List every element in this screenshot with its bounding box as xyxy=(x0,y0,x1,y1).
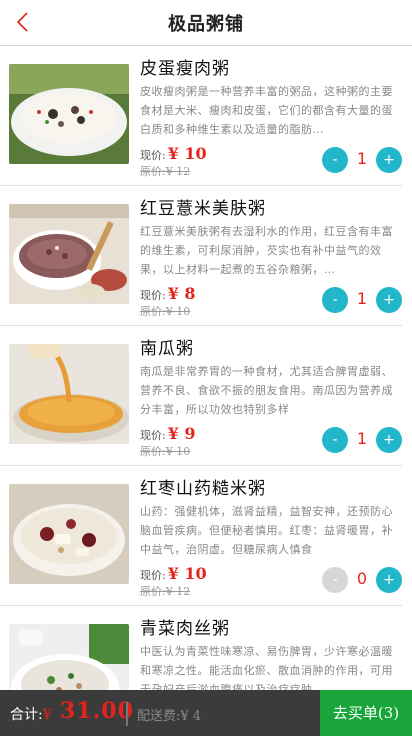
price-row: 现价: ¥ 8 xyxy=(140,284,196,303)
decrease-button[interactable]: - xyxy=(322,427,348,453)
quantity-stepper: - 1 + xyxy=(322,287,402,313)
list-item: 红枣山药糙米粥 山药：强健机体，滋肾益精，益智安神，还预防心脑血管疾病。但便秘者… xyxy=(0,466,402,606)
price-label: 现价: xyxy=(140,289,166,302)
quantity-value: 0 xyxy=(356,569,368,588)
old-price-label: 原价: xyxy=(140,585,166,598)
product-list[interactable]: 皮蛋瘦肉粥 皮收瘦肉粥是一种营养丰富的粥品，这种粥的主要食材是大米、瘦肉和皮蛋，… xyxy=(0,46,412,690)
product-name: 红豆薏米美肤粥 xyxy=(140,199,266,219)
quantity-value: 1 xyxy=(356,289,368,308)
old-price-row: 原价:¥ 12 xyxy=(140,163,190,179)
checkout-button[interactable]: 去买单(3) xyxy=(320,690,412,736)
product-image xyxy=(9,64,129,164)
total-label-text: 合计: xyxy=(10,707,43,723)
old-price: ¥ 12 xyxy=(165,585,191,598)
decrease-button[interactable]: - xyxy=(322,567,348,593)
decrease-button[interactable]: - xyxy=(322,147,348,173)
current-price: ¥ 10 xyxy=(167,144,207,163)
product-name: 南瓜粥 xyxy=(140,339,194,359)
product-description: 山药：强健机体，滋肾益精，益智安神，还预防心脑血管疾病。但便秘者慎用。红枣：益肾… xyxy=(140,505,393,556)
quantity-stepper: - 1 + xyxy=(322,147,402,173)
increase-button[interactable]: + xyxy=(376,567,402,593)
quantity-value: 1 xyxy=(356,149,368,168)
checkout-bar: 合计:¥ 31.00 配送费:¥ 4 去买单(3) xyxy=(0,690,412,736)
current-price: ¥ 9 xyxy=(167,424,196,443)
product-image xyxy=(9,624,129,690)
price-row: 现价: ¥ 10 xyxy=(140,144,207,163)
product-name: 青菜肉丝粥 xyxy=(140,619,230,639)
price-label: 现价: xyxy=(140,149,166,162)
list-item: 南瓜粥 南瓜是非常养胃的一种食材，尤其适合脾胃虚弱、营养不良、食欲不振的朋友食用… xyxy=(0,326,402,466)
list-item: 青菜肉丝粥 中医认为青菜性味寒凉、易伤脾胃，少许寒必温暖和寒凉之性。能活血化瘀、… xyxy=(0,606,402,690)
total-currency: ¥ xyxy=(42,707,52,723)
increase-button[interactable]: + xyxy=(376,147,402,173)
old-price: ¥ 12 xyxy=(165,165,191,178)
product-description: 红豆薏米美肤粥有去湿利水的作用，红豆含有丰富的维生素，可利尿消肿，芡实也有补中益… xyxy=(140,225,393,276)
old-price-row: 原价:¥ 10 xyxy=(140,443,190,459)
total-label: 合计:¥ xyxy=(10,704,52,724)
list-item: 皮蛋瘦肉粥 皮收瘦肉粥是一种营养丰富的粥品，这种粥的主要食材是大米、瘦肉和皮蛋，… xyxy=(0,46,402,186)
price-row: 现价: ¥ 9 xyxy=(140,424,196,443)
product-image xyxy=(9,484,129,584)
current-price: ¥ 10 xyxy=(167,564,207,583)
list-item: 红豆薏米美肤粥 红豆薏米美肤粥有去湿利水的作用，红豆含有丰富的维生素，可利尿消肿… xyxy=(0,186,402,326)
product-image xyxy=(9,204,129,304)
product-name: 皮蛋瘦肉粥 xyxy=(140,59,230,79)
price-row: 现价: ¥ 10 xyxy=(140,564,207,583)
old-price: ¥ 10 xyxy=(165,445,191,458)
increase-button[interactable]: + xyxy=(376,427,402,453)
product-description: 中医认为青菜性味寒凉、易伤脾胃，少许寒必温暖和寒凉之性。能活血化瘀、散血消肿的作… xyxy=(140,645,393,690)
total-amount: 31.00 xyxy=(60,698,134,724)
quantity-stepper: - 0 + xyxy=(322,567,402,593)
old-price-row: 原价:¥ 10 xyxy=(140,303,190,319)
divider xyxy=(126,702,128,726)
old-price-label: 原价: xyxy=(140,305,166,318)
old-price-row: 原价:¥ 12 xyxy=(140,583,190,599)
product-description: 皮收瘦肉粥是一种营养丰富的粥品，这种粥的主要食材是大米、瘦肉和皮蛋，它们的都含有… xyxy=(140,85,393,136)
current-price: ¥ 8 xyxy=(167,284,196,303)
page-title: 极品粥铺 xyxy=(168,14,244,35)
quantity-stepper: - 1 + xyxy=(322,427,402,453)
top-bar: 极品粥铺 xyxy=(0,0,412,46)
delivery-fee: 配送费:¥ 4 xyxy=(137,709,202,724)
product-image xyxy=(9,344,129,444)
old-price-label: 原价: xyxy=(140,445,166,458)
product-name: 红枣山药糙米粥 xyxy=(140,479,266,499)
price-label: 现价: xyxy=(140,569,166,582)
price-label: 现价: xyxy=(140,429,166,442)
decrease-button[interactable]: - xyxy=(322,287,348,313)
old-price: ¥ 10 xyxy=(165,305,191,318)
increase-button[interactable]: + xyxy=(376,287,402,313)
product-description: 南瓜是非常养胃的一种食材，尤其适合脾胃虚弱、营养不良、食欲不振的朋友食用。南瓜因… xyxy=(140,365,393,416)
quantity-value: 1 xyxy=(356,429,368,448)
old-price-label: 原价: xyxy=(140,165,166,178)
